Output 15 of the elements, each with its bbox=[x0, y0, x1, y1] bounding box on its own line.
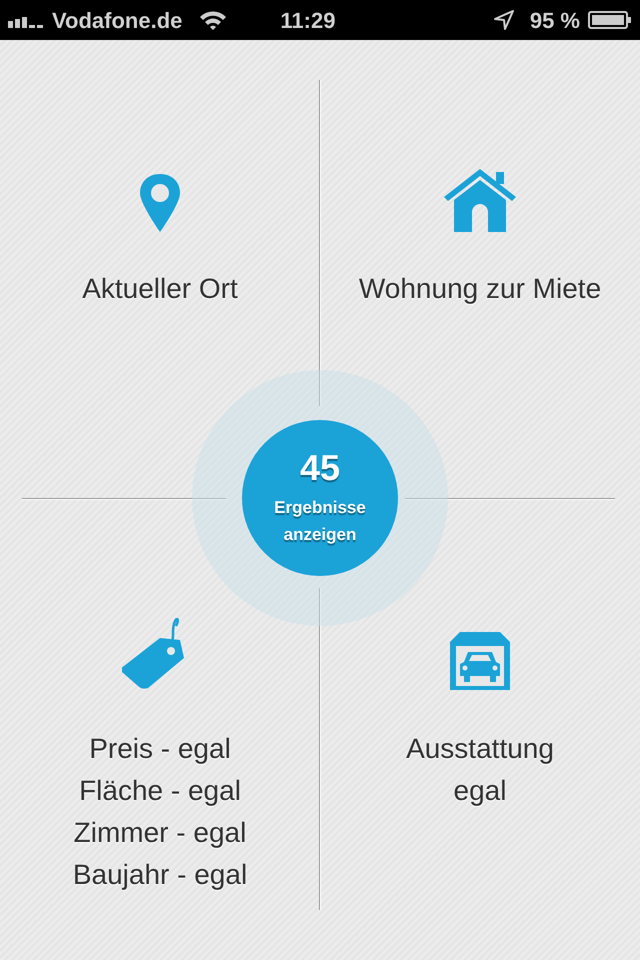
tile-label[interactable]: Fläche - egal bbox=[79, 770, 241, 812]
tile-label[interactable]: egal bbox=[454, 770, 506, 812]
tile-label[interactable]: Zimmer - egal bbox=[74, 812, 246, 854]
wifi-icon bbox=[198, 9, 228, 31]
tile-label[interactable]: Preis - egal bbox=[89, 728, 231, 770]
tile-label[interactable]: Baujahr - egal bbox=[72, 854, 248, 896]
battery-icon bbox=[588, 10, 632, 30]
clock-time: 11:29 bbox=[280, 6, 336, 34]
battery-level: 95 % bbox=[530, 6, 580, 34]
tile-label[interactable]: Aktueller Ort bbox=[82, 268, 238, 310]
carrier-name: Vodafone.de bbox=[52, 6, 182, 34]
tile-label[interactable]: Ausstattung bbox=[406, 728, 554, 770]
car-garage-icon bbox=[450, 632, 510, 690]
tile-label[interactable]: Wohnung zur Miete bbox=[358, 268, 602, 310]
location-arrow-icon bbox=[494, 10, 514, 30]
